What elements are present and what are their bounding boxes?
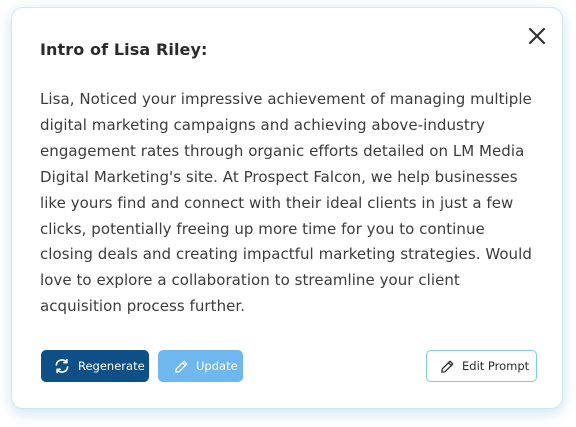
pencil-icon [174, 359, 189, 374]
update-button[interactable]: Update [158, 350, 243, 382]
intro-dialog: Intro of Lisa Riley: Lisa, Noticed your … [11, 7, 563, 409]
edit-prompt-button[interactable]: Edit Prompt [426, 350, 537, 382]
close-button[interactable] [525, 24, 549, 48]
refresh-icon [53, 357, 71, 375]
regenerate-button[interactable]: Regenerate [41, 350, 149, 382]
close-icon [528, 27, 546, 45]
edit-prompt-label: Edit Prompt [462, 359, 530, 373]
update-label: Update [196, 359, 238, 373]
pencil-icon [440, 359, 455, 374]
intro-message: Lisa, Noticed your impressive achievemen… [40, 90, 532, 316]
dialog-title: Intro of Lisa Riley: [40, 40, 208, 59]
regenerate-label: Regenerate [78, 359, 145, 373]
